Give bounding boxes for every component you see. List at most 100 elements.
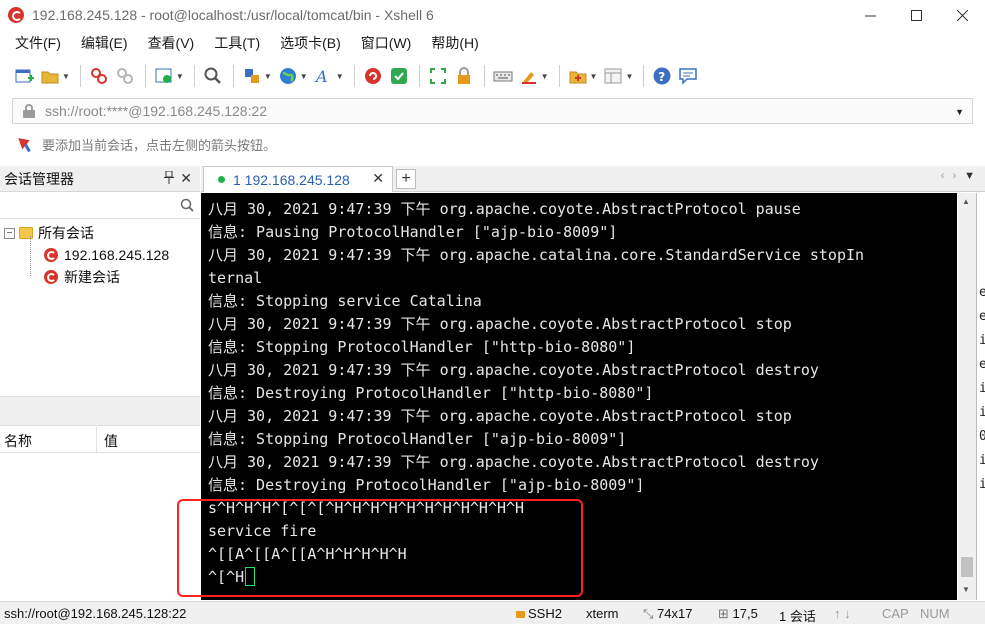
transfer-icon xyxy=(244,69,259,83)
menu-tools[interactable]: 工具(T) xyxy=(211,31,263,55)
tree-root[interactable]: − 所有会话 xyxy=(4,222,94,244)
terminal-scrollbar[interactable]: ▲ ▼ xyxy=(958,193,976,600)
tab-bar: 1 192.168.245.128 ✕ + ‹ › ▼ xyxy=(201,166,985,192)
properties-value-column[interactable]: 值 xyxy=(104,431,118,451)
menu-window[interactable]: 窗口(W) xyxy=(358,31,415,55)
terminal-line: 八月 30, 2021 9:47:39 下午 org.apache.coyote… xyxy=(208,361,819,379)
arrow-down-icon[interactable]: ↓ xyxy=(844,606,851,621)
terminal-line: 信息: Stopping service Catalina xyxy=(208,292,482,310)
keyboard-button[interactable] xyxy=(493,64,513,88)
terminal-line: 八月 30, 2021 9:47:39 下午 org.apache.catali… xyxy=(208,246,865,264)
fullscreen-button[interactable] xyxy=(428,64,448,88)
toolbar-separator xyxy=(418,65,420,87)
chevron-down-icon: ▼ xyxy=(175,71,184,81)
tab-label: 1 192.168.245.128 xyxy=(233,171,350,188)
font-button[interactable]: A ▼ xyxy=(314,64,344,88)
terminal-line: 信息: Destroying ProtocolHandler ["http-bi… xyxy=(208,384,654,402)
terminal-line: 八月 30, 2021 9:47:39 下午 org.apache.coyote… xyxy=(208,407,792,425)
status-scroll-arrows[interactable]: ↑ ↓ xyxy=(834,606,851,621)
transfer-button[interactable]: ▼ xyxy=(242,64,272,88)
tree-item-session[interactable]: 192.168.245.128 xyxy=(44,244,169,266)
add-tab-button[interactable]: + xyxy=(396,169,416,189)
menu-help[interactable]: 帮助(H) xyxy=(428,31,481,55)
close-icon xyxy=(956,9,968,21)
open-button[interactable]: ▼ xyxy=(40,64,70,88)
scroll-up-icon[interactable]: ▲ xyxy=(962,197,970,206)
background-window-char: i xyxy=(979,477,985,492)
window-title: 192.168.245.128 - root@localhost:/usr/lo… xyxy=(32,7,434,23)
terminal-line: 信息: Pausing ProtocolHandler ["ajp-bio-80… xyxy=(208,223,618,241)
scrollbar-thumb[interactable] xyxy=(961,557,973,577)
fullscreen-icon xyxy=(429,68,446,84)
open-folder-icon xyxy=(41,71,59,84)
hint-bar: 要添加当前会话，点击左侧的箭头按钮。 xyxy=(0,132,985,156)
background-window-char: e xyxy=(979,309,985,324)
highlight-icon xyxy=(521,72,536,84)
new-session-icon xyxy=(15,69,34,83)
menu-file[interactable]: 文件(F) xyxy=(12,31,64,55)
cursor-position-icon: ⊞ xyxy=(718,606,733,621)
xftp-button[interactable] xyxy=(389,64,409,88)
column-separator[interactable] xyxy=(96,427,97,453)
session-search-input[interactable] xyxy=(0,193,200,219)
address-input[interactable]: ssh://root:****@192.168.245.128:22 xyxy=(45,103,267,119)
close-tab-icon[interactable]: ✕ xyxy=(372,170,384,187)
chevron-down-icon[interactable]: ▼ xyxy=(955,107,964,117)
find-button[interactable] xyxy=(203,64,223,88)
lock-icon xyxy=(457,67,470,84)
xshell-button[interactable] xyxy=(363,64,383,88)
background-window-char: e xyxy=(979,357,985,372)
tab-list-dropdown-icon[interactable]: ▼ xyxy=(964,170,975,182)
add-session-button[interactable]: ▼ xyxy=(568,64,597,88)
tab-next-icon[interactable]: › xyxy=(952,170,956,182)
layout-button[interactable]: ▼ xyxy=(603,64,633,88)
help-button[interactable]: ? xyxy=(652,64,672,88)
scroll-down-icon[interactable]: ▼ xyxy=(962,585,970,594)
collapse-icon[interactable]: − xyxy=(4,227,15,239)
properties-icon xyxy=(155,68,172,83)
tab-session-1[interactable]: 1 192.168.245.128 ✕ xyxy=(203,166,393,192)
tree-item-new-session[interactable]: 新建会话 xyxy=(44,266,120,288)
menu-tabs[interactable]: 选项卡(B) xyxy=(277,31,344,55)
layout-icon xyxy=(604,68,622,84)
lock-button[interactable] xyxy=(454,64,474,88)
background-window-char: e xyxy=(979,285,985,300)
xftp-icon xyxy=(390,68,407,84)
highlight-button[interactable]: ▼ xyxy=(519,64,549,88)
new-session-button[interactable] xyxy=(14,64,34,88)
tab-navigation: ‹ › ▼ xyxy=(941,170,975,182)
session-icon xyxy=(44,270,58,284)
arrow-pointer-icon[interactable] xyxy=(20,136,34,152)
terminal-line: ternal xyxy=(208,269,263,287)
close-window-button[interactable] xyxy=(939,0,985,30)
menu-view[interactable]: 查看(V) xyxy=(145,31,198,55)
tab-prev-icon[interactable]: ‹ xyxy=(941,170,945,182)
address-bar[interactable]: ssh://root:****@192.168.245.128:22 ▼ xyxy=(12,98,973,124)
pane-splitter[interactable] xyxy=(0,396,200,426)
menu-edit[interactable]: 编辑(E) xyxy=(78,31,131,55)
close-icon[interactable]: ✕ xyxy=(180,170,192,187)
background-window-char: i xyxy=(979,333,985,348)
background-window-char: 0 xyxy=(979,429,985,444)
tree-root-label: 所有会话 xyxy=(38,225,94,241)
disconnect-button[interactable] xyxy=(115,64,135,88)
xshell-logo-icon xyxy=(8,7,24,23)
status-num: NUM xyxy=(920,606,950,621)
status-caps: CAP xyxy=(882,606,909,621)
hint-text: 要添加当前会话，点击左侧的箭头按钮。 xyxy=(42,137,277,153)
reconnect-button[interactable] xyxy=(89,64,109,88)
chat-button[interactable] xyxy=(678,64,698,88)
arrow-up-icon[interactable]: ↑ xyxy=(834,606,841,621)
globe-button[interactable]: ▼ xyxy=(278,64,308,88)
properties-button[interactable]: ▼ xyxy=(154,64,184,88)
help-icon: ? xyxy=(653,67,671,85)
find-icon xyxy=(204,67,221,84)
toolbar-separator xyxy=(144,65,146,87)
minimize-button[interactable] xyxy=(847,0,893,30)
maximize-button[interactable] xyxy=(893,0,939,30)
properties-name-column[interactable]: 名称 xyxy=(4,431,32,451)
svg-text:?: ? xyxy=(659,70,666,84)
pin-icon[interactable] xyxy=(164,170,174,187)
status-cursor-position: ⊞ 17,5 xyxy=(718,606,758,621)
status-bar: ssh://root@192.168.245.128:22 SSH2 xterm… xyxy=(0,601,985,624)
